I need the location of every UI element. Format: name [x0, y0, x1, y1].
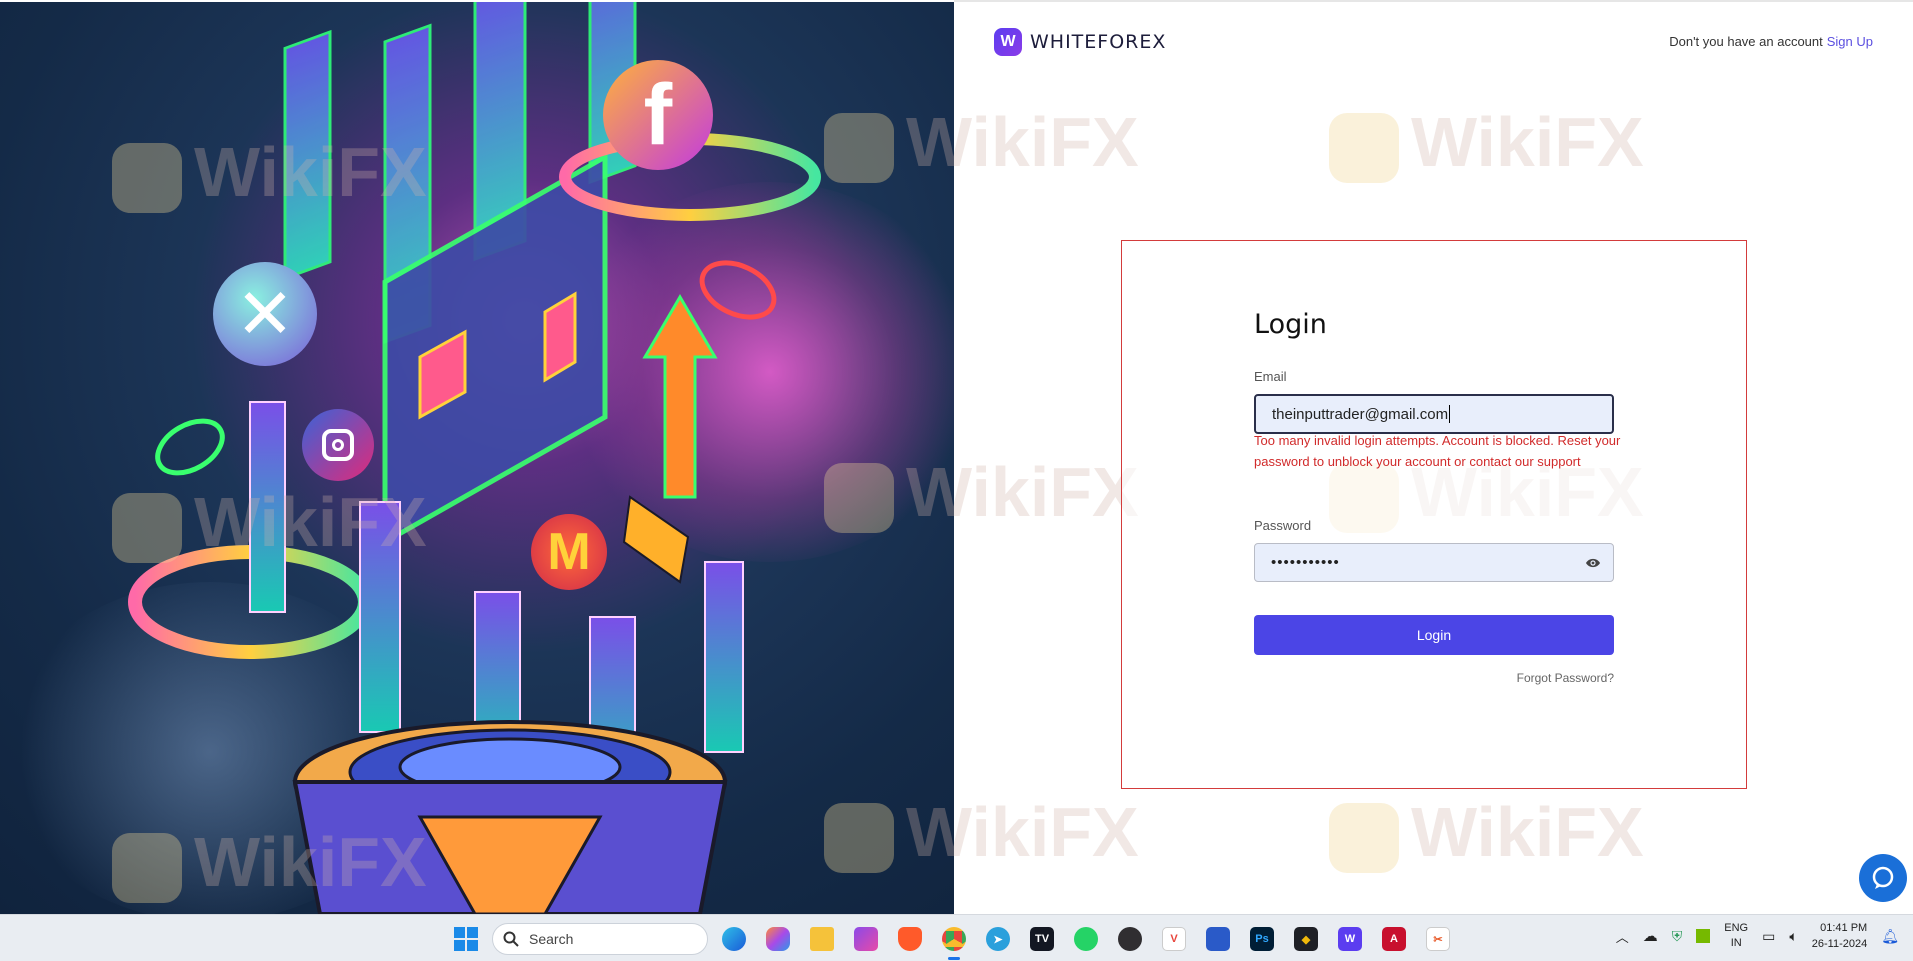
password-field[interactable]: ••••••••••• [1254, 543, 1614, 582]
password-label: Password [1254, 518, 1312, 533]
login-button[interactable]: Login [1254, 615, 1614, 655]
snipping-tool-icon[interactable]: ✂ [1420, 922, 1456, 956]
volume-icon[interactable]: 🔈︎ [1789, 928, 1797, 945]
vivaldi-icon[interactable]: V [1156, 922, 1192, 956]
facebook-logo-icon: f [603, 60, 713, 170]
remote-desktop-icon[interactable] [1200, 922, 1236, 956]
login-form: Login Email theinputtrader@gmail.com Too… [1121, 240, 1747, 789]
brave-browser-icon[interactable] [892, 922, 928, 956]
show-password-eye-icon[interactable] [1585, 556, 1601, 570]
password-value: ••••••••••• [1271, 554, 1340, 571]
search-icon [503, 931, 519, 947]
pdf-reader-icon[interactable]: A [1376, 922, 1412, 956]
file-explorer-icon[interactable] [804, 922, 840, 956]
taskbar-apps: Search ➤ TV V Ps ◆ W A ✂ [448, 922, 1456, 960]
language-code: ENG [1724, 922, 1749, 934]
network-icon[interactable]: ▭ [1762, 928, 1775, 945]
brand-name: WHITEFOREX [1030, 31, 1167, 53]
login-title: Login [1254, 309, 1327, 340]
system-tray: ︿ ☁ ⛨ ENG IN ▭ 🔈︎ 01:41 PM 26-11-2024 🔔︎ [1616, 920, 1899, 952]
obs-studio-icon[interactable] [1112, 922, 1148, 956]
signup-link[interactable]: Sign Up [1827, 34, 1873, 49]
copilot-icon[interactable] [760, 922, 796, 956]
security-shield-icon[interactable]: ⛨ [1672, 928, 1683, 945]
taskbar-search-input[interactable]: Search [492, 923, 708, 955]
windows-taskbar: Search ➤ TV V Ps ◆ W A ✂ ︿ ☁ ⛨ ENG IN ▭ … [0, 914, 1913, 961]
chat-support-button[interactable] [1859, 854, 1907, 902]
clipchamp-icon[interactable] [848, 922, 884, 956]
login-error-message: Too many invalid login attempts. Account… [1254, 433, 1621, 469]
signup-prompt: Don't you have an account Sign Up [1669, 34, 1873, 49]
forgot-password-link[interactable]: Forgot Password? [1254, 671, 1614, 685]
mcdonalds-logo-icon: M [531, 514, 607, 590]
onedrive-cloud-icon[interactable]: ☁ [1643, 927, 1658, 945]
notification-bell-icon[interactable]: 🔔︎ [1881, 928, 1899, 945]
windows-start-icon[interactable] [448, 922, 484, 956]
whiteforex-app-icon[interactable]: W [1332, 922, 1368, 956]
binance-icon[interactable]: ◆ [1288, 922, 1324, 956]
email-value: theinputtrader@gmail.com [1272, 405, 1449, 423]
hero-illustration: ✕ f M WikiFX WikiFX WikiFX [0, 2, 954, 914]
photoshop-icon[interactable]: Ps [1244, 922, 1280, 956]
signup-prompt-text: Don't you have an account [1669, 34, 1823, 49]
chrome-browser-icon[interactable] [936, 922, 972, 960]
brand-logo[interactable]: W WHITEFOREX [994, 28, 1166, 56]
watermark: WikiFX [1329, 102, 1644, 183]
chat-bubble-icon [1872, 866, 1894, 889]
brand-mark-icon: W [994, 28, 1022, 56]
language-indicator[interactable]: ENG IN [1724, 921, 1748, 951]
region-code: IN [1730, 937, 1742, 949]
watermark: WikiFX [1329, 792, 1644, 873]
email-label: Email [1254, 369, 1287, 384]
x-logo-icon: ✕ [213, 262, 317, 366]
clock-date: 26-11-2024 [1811, 938, 1868, 950]
search-placeholder: Search [529, 931, 574, 947]
show-hidden-icons-chevron-icon[interactable]: ︿ [1616, 927, 1629, 946]
text-caret [1449, 405, 1451, 423]
clock-time: 01:41 PM [1820, 922, 1868, 934]
screen: ✕ f M WikiFX WikiFX WikiFX W WHITEFOREX … [0, 0, 1913, 961]
email-field[interactable]: theinputtrader@gmail.com [1254, 394, 1614, 434]
tradingview-icon[interactable]: TV [1024, 922, 1060, 956]
whatsapp-icon[interactable] [1068, 922, 1104, 956]
social-media-art [128, 2, 821, 914]
nvidia-icon[interactable] [1696, 929, 1711, 943]
login-panel: W WHITEFOREX Don't you have an account Si… [824, 0, 1913, 914]
edge-browser-icon[interactable] [716, 922, 752, 956]
clock[interactable]: 01:41 PM 26-11-2024 [1812, 920, 1867, 952]
telegram-icon[interactable]: ➤ [980, 922, 1016, 956]
instagram-logo-icon [302, 409, 374, 481]
